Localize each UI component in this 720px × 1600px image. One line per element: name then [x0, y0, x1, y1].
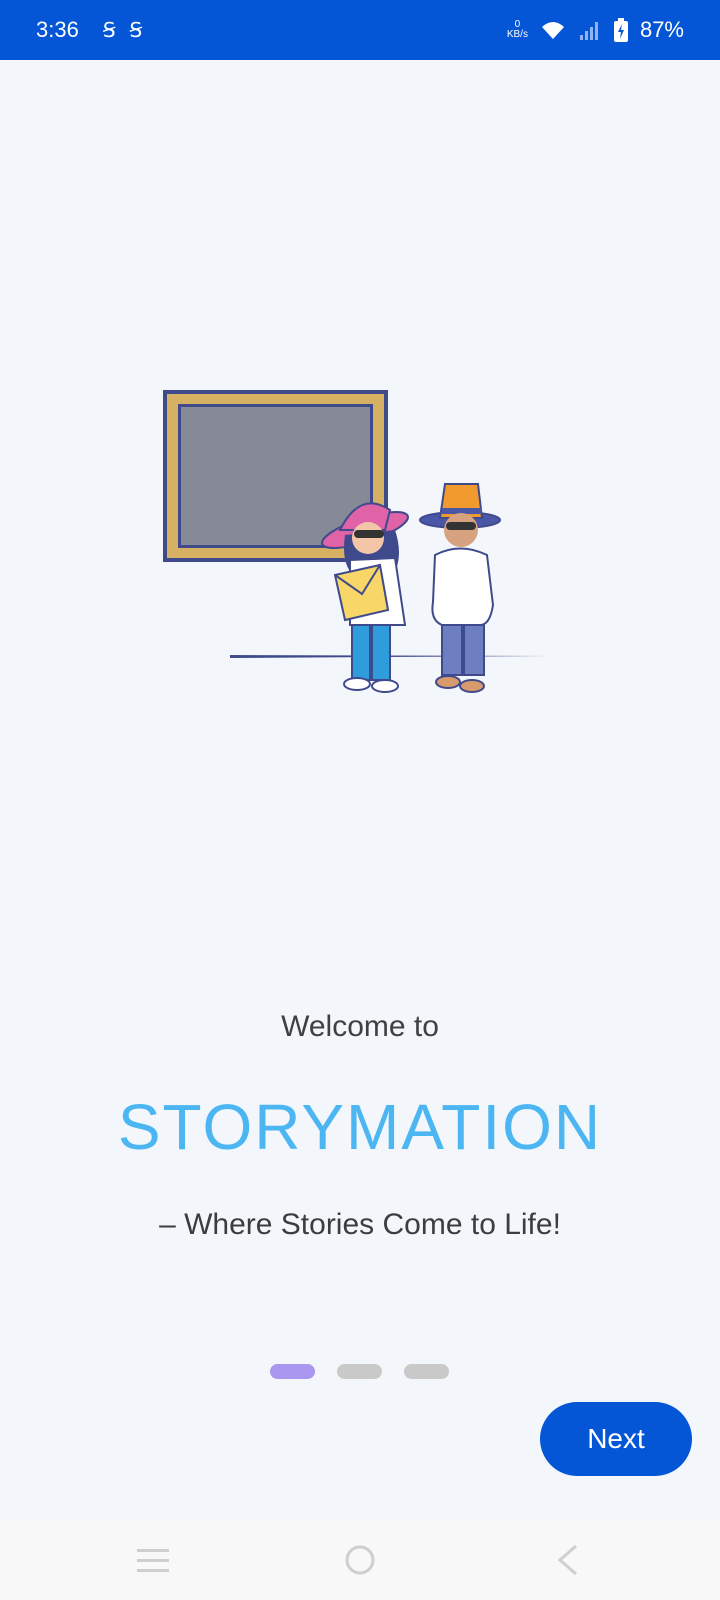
- network-speed-unit: KB/s: [506, 29, 528, 40]
- menu-icon[interactable]: [133, 1542, 173, 1578]
- sim-s-icon: Ꞩ: [102, 18, 116, 42]
- status-bar: 3:36 Ꞩ Ꞩ 0 KB/s 87%: [0, 0, 720, 60]
- page-indicator-dot: [404, 1364, 449, 1379]
- network-speed: 0 KB/s: [507, 20, 528, 40]
- onboarding-illustration: [163, 390, 550, 693]
- status-right-group: 0 KB/s 87%: [507, 17, 684, 43]
- page-indicator-dot-active: [270, 1364, 315, 1379]
- battery-charging-icon: [613, 18, 628, 42]
- back-icon[interactable]: [548, 1542, 588, 1578]
- cell-signal-icon: [579, 22, 598, 40]
- next-button[interactable]: Next: [540, 1402, 692, 1476]
- page-indicator: [270, 1364, 449, 1379]
- status-time: 3:36: [36, 17, 79, 42]
- welcome-text: Welcome to: [281, 1010, 439, 1043]
- page-indicator-dot: [337, 1364, 382, 1379]
- battery-percentage: 87%: [639, 17, 684, 42]
- app-brand-title: STORYMATION: [117, 1091, 603, 1163]
- wifi-icon: [541, 22, 564, 39]
- tagline-text: – Where Stories Come to Life!: [159, 1208, 561, 1241]
- home-icon[interactable]: [340, 1542, 380, 1578]
- system-nav-bar: [0, 1520, 720, 1600]
- sim-s-icon: Ꞩ: [129, 18, 143, 42]
